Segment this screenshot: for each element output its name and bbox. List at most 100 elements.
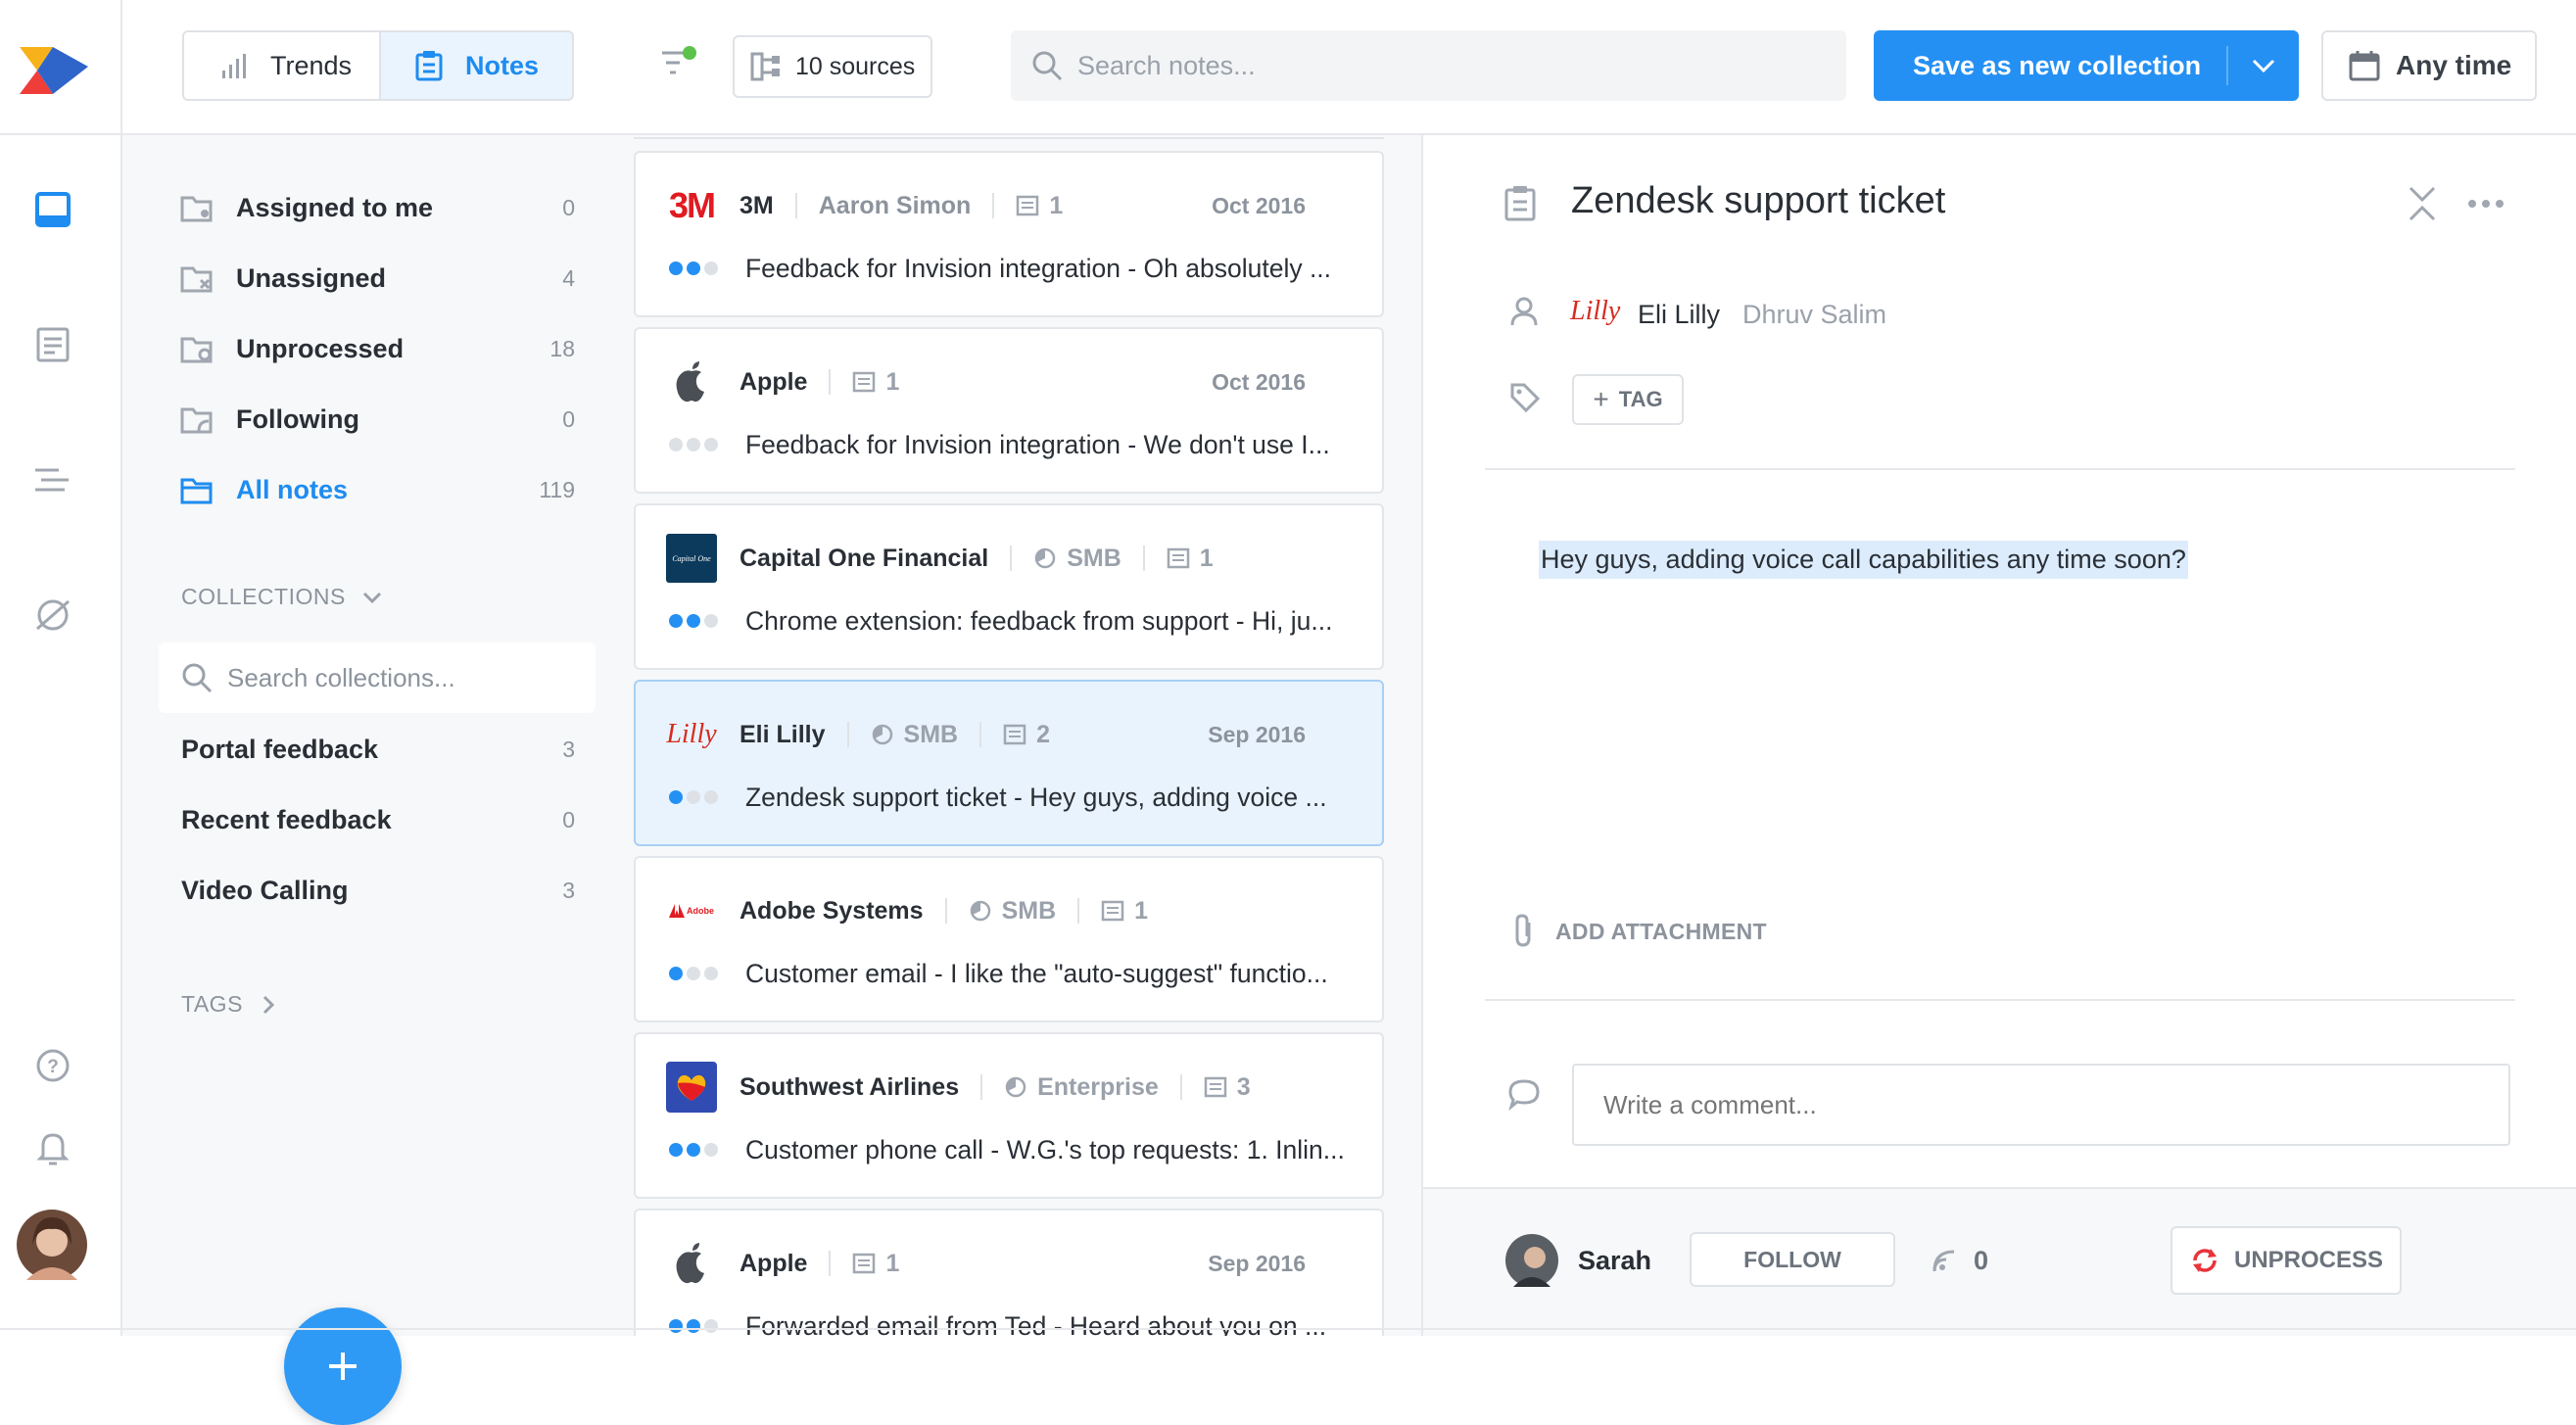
note-title[interactable]: Zendesk support ticket bbox=[1571, 180, 1945, 222]
note-card[interactable]: Southwest Airlines Enterprise 3 Customer… bbox=[634, 1032, 1384, 1199]
tags-heading[interactable]: TAGS bbox=[181, 991, 276, 1018]
paperclip-icon bbox=[1515, 914, 1531, 947]
divider bbox=[1179, 1074, 1182, 1100]
sarah-avatar bbox=[1505, 1234, 1558, 1287]
note-card-selected[interactable]: Lilly Eli Lilly SMB 2 Sep 2016 Zendesk s… bbox=[634, 680, 1384, 846]
divider bbox=[979, 722, 982, 747]
tab-notes-label: Notes bbox=[465, 50, 540, 80]
more-options-icon[interactable] bbox=[2466, 194, 2505, 214]
divider bbox=[944, 898, 947, 924]
collection-item[interactable]: Portal feedback 3 bbox=[181, 735, 575, 765]
left-rail: ? bbox=[0, 135, 122, 1336]
sidebar-item-label: Following bbox=[236, 404, 359, 434]
note-count-value: 1 bbox=[885, 1249, 900, 1277]
bottom-edge bbox=[0, 1328, 2576, 1330]
note-card[interactable]: 3M 3M Aaron Simon 1 Oct 2016 Feedback fo… bbox=[634, 151, 1384, 317]
pie-icon bbox=[872, 724, 892, 745]
sources-button[interactable]: 10 sources bbox=[733, 35, 932, 98]
filter-button[interactable] bbox=[656, 43, 701, 88]
save-dropdown-toggle[interactable] bbox=[2228, 57, 2299, 74]
add-tag-button[interactable]: + TAG bbox=[1572, 374, 1684, 425]
pie-icon bbox=[1005, 1076, 1026, 1098]
bell-icon bbox=[36, 1133, 70, 1165]
tags-heading-label: TAGS bbox=[181, 991, 243, 1017]
user-avatar[interactable] bbox=[17, 1210, 87, 1280]
note-segment-label: SMB bbox=[903, 720, 959, 748]
user-icon bbox=[1510, 297, 1538, 326]
divider bbox=[1010, 546, 1013, 571]
collapse-icon[interactable] bbox=[2403, 184, 2442, 223]
note-card[interactable]: Apple 1 Sep 2016 Forwarded email from Te… bbox=[634, 1209, 1384, 1336]
collection-label: Portal feedback bbox=[181, 735, 379, 764]
collection-item[interactable]: Video Calling 3 bbox=[181, 876, 575, 906]
help-icon: ? bbox=[36, 1049, 70, 1082]
search-icon bbox=[1032, 51, 1063, 81]
apple-logo-icon bbox=[665, 357, 718, 406]
follow-button[interactable]: FOLLOW bbox=[1690, 1232, 1895, 1287]
sidebar-item-all-notes[interactable]: All notes 119 bbox=[179, 468, 575, 511]
rail-help[interactable]: ? bbox=[31, 1044, 74, 1087]
add-tag-label: TAG bbox=[1618, 387, 1663, 411]
time-filter-button[interactable]: Any time bbox=[2321, 30, 2537, 101]
note-card[interactable]: Capital One Capital One Financial SMB 1 … bbox=[634, 503, 1384, 670]
note-person: Aaron Simon bbox=[818, 191, 972, 219]
note-count-value: 1 bbox=[1199, 544, 1214, 572]
lilly-logo-text: Lilly bbox=[1570, 296, 1621, 326]
comment-input[interactable] bbox=[1572, 1064, 2510, 1146]
save-collection-label: Save as new collection bbox=[1913, 50, 2202, 80]
priority-dots bbox=[669, 614, 718, 628]
sidebar-item-assigned[interactable]: Assigned to me 0 bbox=[179, 186, 575, 229]
search-collections bbox=[159, 642, 596, 713]
add-note-button[interactable] bbox=[284, 1307, 402, 1425]
tab-trends[interactable]: Trends bbox=[182, 30, 381, 101]
divider bbox=[1142, 546, 1145, 571]
chevron-right-icon bbox=[262, 995, 275, 1014]
note-segment: SMB bbox=[969, 897, 1056, 926]
note-company: Eli Lilly bbox=[739, 720, 826, 748]
folder-x-icon bbox=[180, 266, 213, 293]
rail-notes[interactable] bbox=[31, 323, 74, 366]
save-collection-button[interactable]: Save as new collection bbox=[1874, 30, 2299, 101]
note-segment: SMB bbox=[871, 720, 959, 749]
note-card[interactable]: Apple 1 Oct 2016 Feedback for Invision i… bbox=[634, 327, 1384, 494]
assignee-name[interactable]: Sarah bbox=[1578, 1246, 1651, 1276]
rail-inbox[interactable] bbox=[31, 188, 74, 231]
note-snippet: Chrome extension: feedback from support … bbox=[745, 605, 1333, 636]
search-notes-input[interactable] bbox=[1077, 50, 1822, 81]
collection-count: 3 bbox=[562, 878, 575, 903]
document-icon bbox=[36, 327, 70, 362]
detail-company[interactable]: Eli Lilly bbox=[1638, 300, 1720, 330]
sidebar-item-unprocessed[interactable]: Unprocessed 18 bbox=[179, 327, 575, 370]
app-logo[interactable] bbox=[0, 0, 122, 135]
collection-item[interactable]: Recent feedback 0 bbox=[181, 805, 575, 835]
detail-owner[interactable]: Dhruv Salim bbox=[1742, 300, 1886, 330]
inbox-icon bbox=[35, 192, 71, 227]
sidebar: Assigned to me 0 Unassigned 4 Unprocesse… bbox=[122, 135, 610, 1425]
unprocess-button[interactable]: UNPROCESS bbox=[2171, 1226, 2402, 1295]
sidebar-item-unassigned[interactable]: Unassigned 4 bbox=[179, 257, 575, 300]
sidebar-item-label: Unprocessed bbox=[236, 333, 405, 363]
note-card[interactable]: Adobe Adobe Systems SMB 1 Customer email… bbox=[634, 856, 1384, 1022]
search-icon bbox=[182, 663, 213, 693]
note-date: Sep 2016 bbox=[1208, 721, 1306, 747]
collection-count: 3 bbox=[562, 736, 575, 762]
note-count-value: 1 bbox=[1049, 191, 1064, 219]
note-body[interactable]: Hey guys, adding voice call capabilities… bbox=[1539, 541, 2188, 579]
time-filter-label: Any time bbox=[2396, 50, 2512, 80]
rail-notifications[interactable] bbox=[31, 1126, 74, 1169]
add-attachment-button[interactable]: ADD ATTACHMENT bbox=[1555, 919, 1767, 945]
collections-heading[interactable]: COLLECTIONS bbox=[181, 584, 383, 610]
rail-roadmap[interactable] bbox=[31, 458, 74, 501]
unprocess-label: UNPROCESS bbox=[2233, 1247, 2384, 1273]
sidebar-item-following[interactable]: Following 0 bbox=[179, 398, 575, 441]
note-date: Oct 2016 bbox=[1212, 368, 1306, 395]
note-count-value: 3 bbox=[1236, 1072, 1251, 1101]
adobe-logo-text: Adobe bbox=[687, 906, 714, 916]
divider bbox=[829, 1251, 832, 1276]
folder-circle-icon bbox=[180, 337, 213, 363]
note-snippet: Customer phone call - W.G.'s top request… bbox=[745, 1134, 1345, 1164]
tab-notes[interactable]: Notes bbox=[379, 30, 574, 101]
search-collections-input[interactable] bbox=[227, 662, 590, 693]
document-icon bbox=[853, 371, 876, 393]
rail-insights[interactable] bbox=[31, 594, 74, 637]
